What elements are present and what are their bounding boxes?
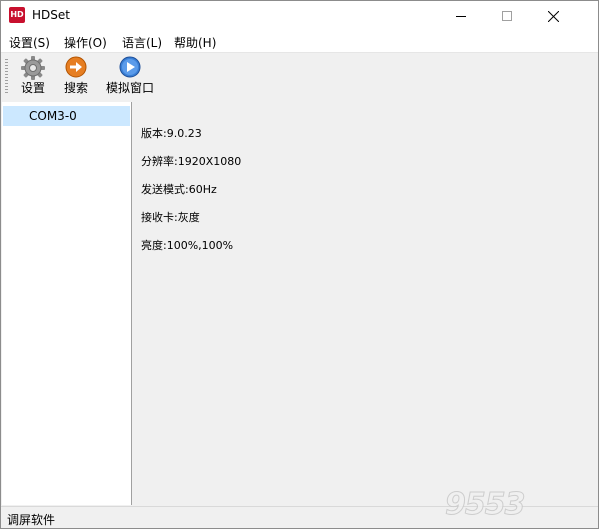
search-tool-label: 搜索: [63, 81, 88, 95]
minimize-icon: [456, 16, 466, 17]
tree-item-com3[interactable]: COM3-0: [3, 106, 130, 126]
minimize-button[interactable]: [438, 1, 484, 31]
toolbar-grip[interactable]: [5, 59, 8, 95]
simulate-window-tool-button[interactable]: 模拟窗口: [103, 55, 157, 99]
settings-tool-label: 设置: [20, 81, 45, 95]
play-icon: [119, 56, 141, 78]
simulate-window-tool-label: 模拟窗口: [105, 81, 154, 95]
menu-language[interactable]: 语言(L): [122, 34, 162, 51]
watermark-logo: 9553: [445, 487, 527, 523]
device-tree-panel[interactable]: COM3-0: [2, 102, 132, 505]
send-mode-info: 发送模式:60Hz: [141, 183, 217, 196]
version-info: 版本:9.0.23: [141, 127, 202, 140]
menu-operation[interactable]: 操作(O): [64, 34, 107, 51]
menu-settings[interactable]: 设置(S): [9, 34, 50, 51]
arrow-right-icon: [65, 56, 87, 78]
menu-help[interactable]: 帮助(H): [174, 34, 216, 51]
maximize-icon: [502, 11, 512, 21]
toolbar: 设置 搜索 模拟窗口: [1, 53, 598, 101]
maximize-button[interactable]: [484, 1, 530, 31]
receiver-card-info: 接收卡:灰度: [141, 211, 200, 224]
app-logo-icon: HD: [9, 7, 25, 23]
brightness-info: 亮度:100%,100%: [141, 239, 234, 252]
settings-tool-button[interactable]: 设置: [15, 55, 51, 99]
close-icon: [547, 10, 559, 22]
search-tool-button[interactable]: 搜索: [58, 55, 94, 99]
resolution-info: 分辨率:1920X1080: [141, 155, 242, 168]
title-bar[interactable]: HD HDSet: [1, 1, 598, 31]
gear-icon: [21, 56, 45, 80]
menu-bar: 设置(S) 操作(O) 语言(L) 帮助(H): [1, 31, 598, 53]
window-title: HDSet: [32, 8, 70, 22]
status-text: 调屏软件: [7, 513, 56, 527]
close-button[interactable]: [530, 1, 576, 31]
app-window: HD HDSet 设置(S) 操作(O) 语言(L) 帮助(H) 设置 搜索 模…: [0, 0, 599, 529]
